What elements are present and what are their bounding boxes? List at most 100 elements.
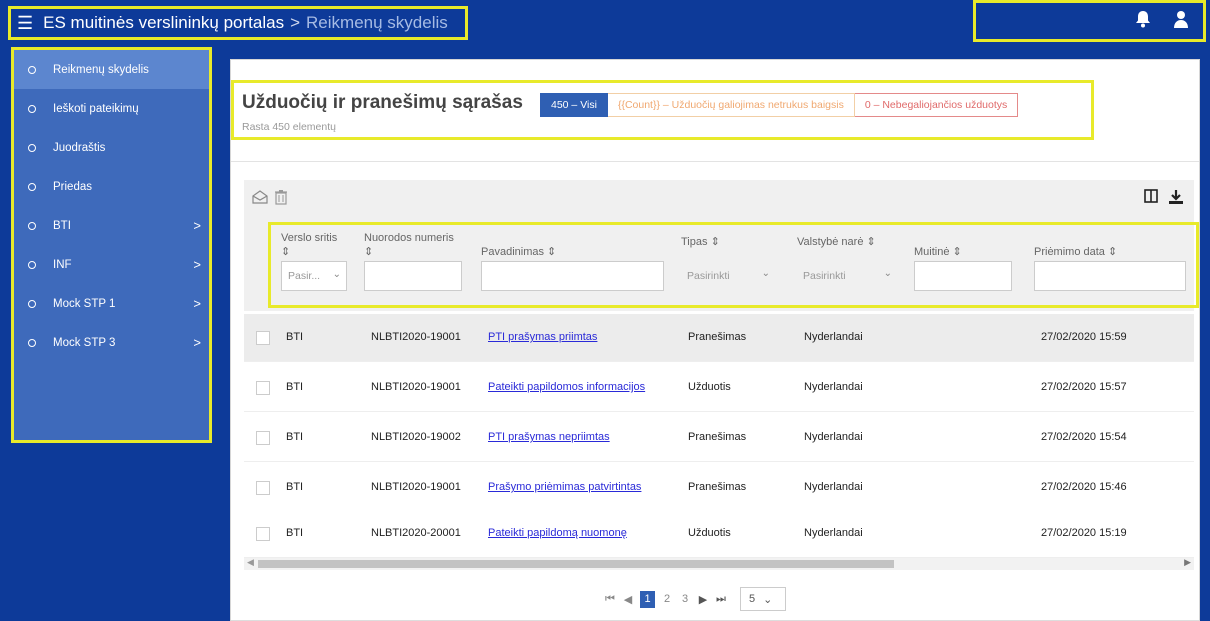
prev-page-icon[interactable]: ◀ [619, 593, 637, 606]
column-received: Priėmimo data ⇕ [1034, 231, 1186, 291]
chip-expired[interactable]: 0 – Nebegaliojančios užduotys [854, 93, 1019, 117]
columns-icon[interactable] [1144, 189, 1158, 210]
column-member-state-label[interactable]: Valstybė narė [797, 236, 863, 248]
cell-type: Pranešimas [688, 331, 747, 343]
sidebar-item-inf[interactable]: INF > [14, 245, 209, 284]
page-button[interactable]: 2 [658, 593, 676, 605]
sidebar-item-label: BTI [53, 219, 71, 232]
cell-member-state: Nyderlandai [804, 331, 863, 343]
sort-icon[interactable]: ⇕ [281, 245, 337, 259]
cell-name-link[interactable]: Pateikti papildomos informacijos [488, 381, 645, 393]
last-page-icon[interactable]: ⏭ [712, 593, 730, 606]
cell-type: Pranešimas [688, 481, 747, 493]
column-reference-label[interactable]: Nuorodos numeris [364, 231, 454, 245]
row-checkbox[interactable] [256, 331, 270, 345]
divider [231, 161, 1199, 162]
sidebar-item-bti[interactable]: BTI > [14, 206, 209, 245]
sidebar-item-label: Juodraštis [53, 141, 106, 154]
sort-icon[interactable]: ⇕ [1108, 246, 1117, 258]
chevron-right-icon: > [193, 257, 201, 272]
sidebar-item-mock-stp-3[interactable]: Mock STP 3 > [14, 323, 209, 362]
sort-icon[interactable]: ⇕ [547, 246, 556, 258]
horizontal-scrollbar[interactable]: ◀ ▶ [244, 557, 1194, 570]
first-page-icon[interactable]: ⏮ [601, 593, 619, 606]
mark-read-icon[interactable] [252, 189, 268, 210]
cell-reference: NLBTI2020-19002 [371, 431, 461, 443]
column-type-label[interactable]: Tipas [681, 236, 708, 248]
scroll-left-arrow-icon[interactable]: ◀ [247, 557, 254, 568]
hamburger-icon[interactable]: ☰ [17, 13, 33, 34]
column-sector-label[interactable]: Verslo sritis [281, 231, 337, 245]
sidebar-item-label: INF [53, 258, 72, 271]
circle-icon [28, 182, 36, 191]
sidebar-item-dashboard[interactable]: Reikmenų skydelis [14, 50, 209, 89]
list-header: Užduočių ir pranešimų sąrašas Rasta 450 … [231, 80, 1094, 140]
cell-received: 27/02/2020 15:59 [1041, 331, 1127, 343]
user-icon[interactable] [1173, 10, 1189, 33]
cell-sector: BTI [286, 381, 304, 393]
row-checkbox[interactable] [256, 527, 270, 541]
table-row[interactable]: BTI NLBTI2020-19001 Pateikti papildomos … [244, 364, 1194, 412]
received-filter-input[interactable] [1034, 261, 1186, 291]
sidebar-item-search-submissions[interactable]: Ieškoti pateikimų [14, 89, 209, 128]
chevron-down-icon: ⌄ [332, 269, 341, 280]
chevron-right-icon: > [193, 296, 201, 311]
bell-icon[interactable] [1135, 10, 1151, 33]
sidebar-item-attachment[interactable]: Priedas [14, 167, 209, 206]
table-filter-header: Verslo sritis ⇕ Pasir... ⌄ Nuorodos numer… [268, 222, 1199, 308]
cell-name-link[interactable]: PTI prašymas nepriimtas [488, 431, 610, 443]
sort-icon[interactable]: ⇕ [711, 236, 720, 248]
trash-icon[interactable] [274, 189, 288, 210]
column-name-label[interactable]: Pavadinimas [481, 246, 544, 258]
next-page-icon[interactable]: ▶ [694, 593, 712, 606]
chip-all[interactable]: 450 – Visi [540, 93, 608, 117]
circle-icon [28, 260, 36, 269]
cell-name-link[interactable]: Pateikti papildomą nuomonę [488, 527, 627, 539]
column-received-label[interactable]: Priėmimo data [1034, 246, 1105, 258]
sidebar-item-label: Reikmenų skydelis [53, 63, 149, 76]
sidebar-item-drafts[interactable]: Juodraštis [14, 128, 209, 167]
scroll-right-arrow-icon[interactable]: ▶ [1184, 557, 1191, 568]
page-button[interactable]: 3 [676, 593, 694, 605]
table-row[interactable]: BTI NLBTI2020-20001 Pateikti papildomą n… [244, 510, 1194, 558]
chevron-right-icon: > [193, 335, 201, 350]
cell-reference: NLBTI2020-20001 [371, 527, 461, 539]
sort-icon[interactable]: ⇕ [364, 245, 454, 259]
scrollbar-thumb[interactable] [258, 560, 894, 568]
breadcrumb-current: Reikmenų skydelis [306, 13, 448, 32]
column-reference: Nuorodos numeris ⇕ [364, 231, 462, 291]
app-title[interactable]: ES muitinės verslininkų portalas [43, 13, 284, 33]
cell-type: Užduotis [688, 381, 731, 393]
table-row[interactable]: BTI NLBTI2020-19002 PTI prašymas nepriim… [244, 414, 1194, 462]
sidebar-item-label: Mock STP 3 [53, 336, 116, 349]
sector-filter-select[interactable]: Pasir... ⌄ [281, 261, 347, 291]
cell-name-link[interactable]: PTI prašymas priimtas [488, 331, 597, 343]
name-filter-input[interactable] [481, 261, 664, 291]
sidebar-item-mock-stp-1[interactable]: Mock STP 1 > [14, 284, 209, 323]
sort-icon[interactable]: ⇕ [953, 246, 962, 258]
table-row[interactable]: BTI NLBTI2020-19001 Prašymo priėmimas pa… [244, 464, 1194, 512]
table-row[interactable]: BTI NLBTI2020-19001 PTI prašymas priimta… [244, 314, 1194, 362]
row-checkbox[interactable] [256, 381, 270, 395]
sector-filter-value: Pasir... [288, 270, 321, 282]
cell-received: 27/02/2020 15:54 [1041, 431, 1127, 443]
member-state-filter-value: Pasirinkti [803, 270, 846, 282]
column-customs-label[interactable]: Muitinė [914, 246, 949, 258]
page-title: Užduočių ir pranešimų sąrašas [242, 92, 523, 113]
status-filter-chips: 450 – Visi {{Count}} – Užduočių galiojim… [540, 93, 1019, 117]
download-icon[interactable] [1168, 189, 1184, 210]
member-state-filter-select[interactable]: Pasirinkti ⌄ [797, 261, 897, 291]
cell-name-link[interactable]: Prašymo priėmimas patvirtintas [488, 481, 641, 493]
sort-icon[interactable]: ⇕ [867, 236, 876, 248]
row-checkbox[interactable] [256, 481, 270, 495]
reference-filter-input[interactable] [364, 261, 462, 291]
cell-reference: NLBTI2020-19001 [371, 481, 461, 493]
customs-filter-input[interactable] [914, 261, 1012, 291]
page-size-select[interactable]: 5 ⌄ [740, 587, 786, 611]
top-right-actions [973, 0, 1206, 42]
row-checkbox[interactable] [256, 431, 270, 445]
type-filter-select[interactable]: Pasirinkti ⌄ [681, 261, 775, 291]
page-button-current[interactable]: 1 [640, 590, 655, 608]
chip-expiring-soon[interactable]: {{Count}} – Užduočių galiojimas netrukus… [607, 93, 855, 117]
cell-type: Užduotis [688, 527, 731, 539]
